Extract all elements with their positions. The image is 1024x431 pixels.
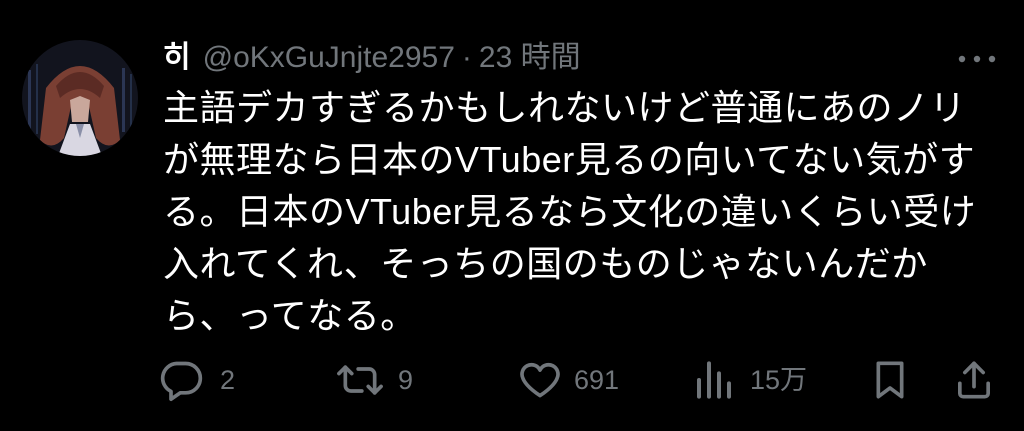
tweet-text-line: 主語デカすぎるかもしれないけど普通にあのノリ	[163, 87, 967, 128]
reply-button[interactable]: 2	[160, 358, 235, 402]
retweet-icon	[337, 365, 383, 395]
bookmark-button[interactable]	[870, 358, 910, 402]
more-icon	[958, 55, 996, 63]
avatar[interactable]	[22, 40, 138, 156]
tweet-header: 히 @oKxGuJnjte2957 · 23 時間	[163, 36, 581, 80]
tweet-text-line: ら、ってなる。	[163, 295, 417, 336]
reply-count: 2	[220, 365, 236, 395]
retweet-button[interactable]: 9	[334, 358, 413, 402]
user-handle[interactable]: @oKxGuJnjte2957	[203, 41, 455, 74]
share-button[interactable]	[954, 358, 994, 402]
like-button[interactable]: 691	[518, 358, 619, 402]
tweet-text-line: る。日本のVTuber見るなら文化の違いくらい受け	[163, 191, 977, 232]
share-icon	[958, 361, 990, 399]
tweet-text: 主語デカすぎるかもしれないけど普通にあのノリ が無理なら日本のVTuber見るの…	[163, 82, 1019, 342]
separator-dot: ·	[461, 41, 472, 74]
avatar-image	[22, 40, 138, 156]
views-button[interactable]: 15万	[694, 358, 807, 402]
like-count: 691	[574, 365, 620, 395]
heart-icon	[520, 362, 560, 398]
bookmark-icon	[876, 361, 904, 399]
more-button[interactable]	[956, 52, 998, 66]
tweet-text-line: が無理なら日本のVTuber見るの向いてない気がす	[163, 139, 976, 180]
timestamp[interactable]: 23 時間	[479, 41, 581, 74]
retweet-count: 9	[398, 365, 414, 395]
views-count: 15万	[750, 365, 808, 395]
views-icon	[697, 361, 731, 399]
reply-icon	[160, 361, 203, 402]
tweet-text-line: 入れてくれ、そっちの国のものじゃないんだか	[163, 243, 928, 284]
display-name[interactable]: 히	[163, 41, 191, 74]
